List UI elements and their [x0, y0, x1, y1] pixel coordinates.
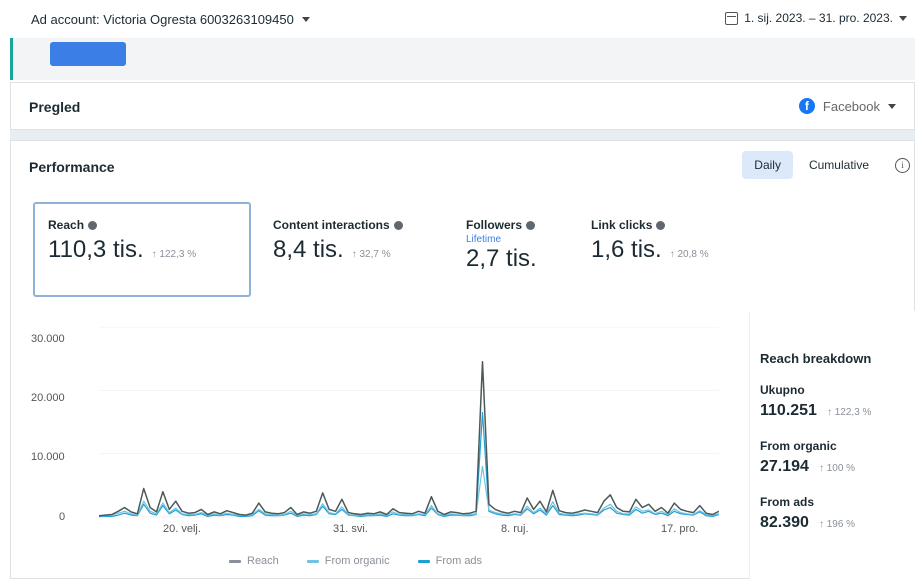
calendar-icon — [725, 11, 739, 25]
metric-change: ↑ 122,3 % — [151, 249, 197, 260]
x-tick-label: 20. velj. — [163, 523, 201, 535]
legend-swatch — [417, 559, 430, 563]
metric-label: Link clicks — [591, 218, 709, 232]
metric-card-content-interactions[interactable]: Content interactions 8,4 tis. ↑ 32,7 % — [273, 218, 403, 264]
breakdown-row-total: Ukupno 110.251 ↑ 122,3 % — [760, 383, 871, 420]
top-bar: Ad account: Victoria Ogresta 60032631094… — [0, 0, 915, 38]
performance-panel: Performance Daily Cumulative i Reach 110… — [10, 140, 915, 579]
top-strip — [10, 38, 915, 80]
info-dot-icon — [656, 220, 666, 230]
metric-change: ↑ 32,7 % — [351, 249, 391, 260]
metric-sublabel: Lifetime — [466, 234, 502, 245]
metric-value: 8,4 tis. — [273, 236, 344, 263]
breakdown-title: Reach breakdown — [760, 351, 872, 366]
metric-value: 110,3 tis. — [48, 236, 144, 263]
breakdown-label: From ads — [760, 495, 815, 509]
y-tick-label: 20.000 — [31, 392, 65, 404]
chevron-down-icon — [301, 17, 310, 22]
breakdown-change: ↑ 196 % — [818, 519, 856, 530]
cumulative-toggle-button[interactable]: Cumulative — [797, 151, 881, 179]
platform-label: Facebook — [822, 98, 880, 114]
metric-card-followers[interactable]: Followers Lifetime 2,7 tis. — [466, 218, 537, 273]
chevron-down-icon — [899, 15, 907, 21]
y-tick-label: 30.000 — [31, 333, 65, 345]
reach-line-chart — [99, 327, 719, 518]
x-tick-label: 8. ruj. — [501, 523, 529, 535]
breakdown-row-organic: From organic 27.194 ↑ 100 % — [760, 439, 855, 476]
primary-button[interactable] — [50, 42, 126, 66]
legend-item-organic[interactable]: From organic — [306, 555, 390, 567]
date-range-label: 1. sij. 2023. – 31. pro. 2023. — [744, 11, 893, 25]
legend-swatch — [306, 559, 319, 563]
info-dot-icon — [88, 220, 98, 230]
y-tick-label: 0 — [59, 511, 66, 523]
legend-item-reach[interactable]: Reach — [229, 555, 279, 567]
series-line-from-organic — [99, 465, 719, 517]
platform-selector[interactable]: f Facebook — [798, 98, 896, 114]
ad-account-selector[interactable]: Ad account: Victoria Ogresta 60032631094… — [31, 12, 310, 27]
date-range-picker[interactable]: 1. sij. 2023. – 31. pro. 2023. — [725, 11, 907, 25]
metric-change: ↑ 20,8 % — [669, 249, 709, 260]
daily-toggle-button[interactable]: Daily — [742, 151, 793, 179]
x-tick-label: 31. svi. — [333, 523, 368, 535]
metric-card-reach[interactable]: Reach 110,3 tis. ↑ 122,3 % — [33, 202, 251, 297]
legend-item-ads[interactable]: From ads — [417, 555, 482, 567]
breakdown-label: From organic — [760, 439, 837, 453]
breakdown-change: ↑ 122,3 % — [826, 407, 872, 418]
ad-account-label: Ad account: Victoria Ogresta 60032631094… — [31, 12, 294, 27]
info-icon[interactable]: i — [895, 157, 910, 173]
info-dot-icon — [393, 220, 403, 230]
breakdown-row-ads: From ads 82.390 ↑ 196 % — [760, 495, 855, 532]
chart-legend: Reach From organic From ads — [229, 555, 482, 567]
performance-title: Performance — [29, 159, 115, 175]
metric-label: Content interactions — [273, 218, 403, 232]
view-toggle: Daily Cumulative i — [742, 151, 910, 179]
overview-title: Pregled — [29, 99, 81, 115]
series-line-reach — [99, 361, 719, 517]
info-dot-icon — [526, 220, 536, 230]
metric-value: 1,6 tis. — [591, 236, 662, 263]
chevron-down-icon — [888, 103, 896, 109]
legend-swatch — [229, 559, 241, 563]
breakdown-label: Ukupno — [760, 383, 805, 397]
metric-label: Reach — [48, 218, 249, 232]
y-tick-label: 10.000 — [31, 451, 65, 463]
metric-label: Followers — [466, 218, 537, 232]
facebook-icon: f — [798, 98, 815, 114]
breakdown-value: 27.194 — [760, 458, 809, 475]
metric-card-link-clicks[interactable]: Link clicks 1,6 tis. ↑ 20,8 % — [591, 218, 709, 264]
breakdown-value: 82.390 — [760, 514, 809, 531]
breakdown-value: 110.251 — [760, 402, 817, 419]
overview-panel: Pregled f Facebook — [10, 82, 915, 130]
metric-value: 2,7 tis. — [466, 245, 537, 272]
section-divider — [10, 130, 915, 140]
series-line-from-ads — [99, 411, 719, 518]
x-tick-label: 17. pro. — [661, 523, 699, 535]
breakdown-change: ↑ 100 % — [818, 463, 856, 474]
reach-breakdown-panel: Reach breakdown Ukupno 110.251 ↑ 122,3 % … — [749, 311, 915, 579]
